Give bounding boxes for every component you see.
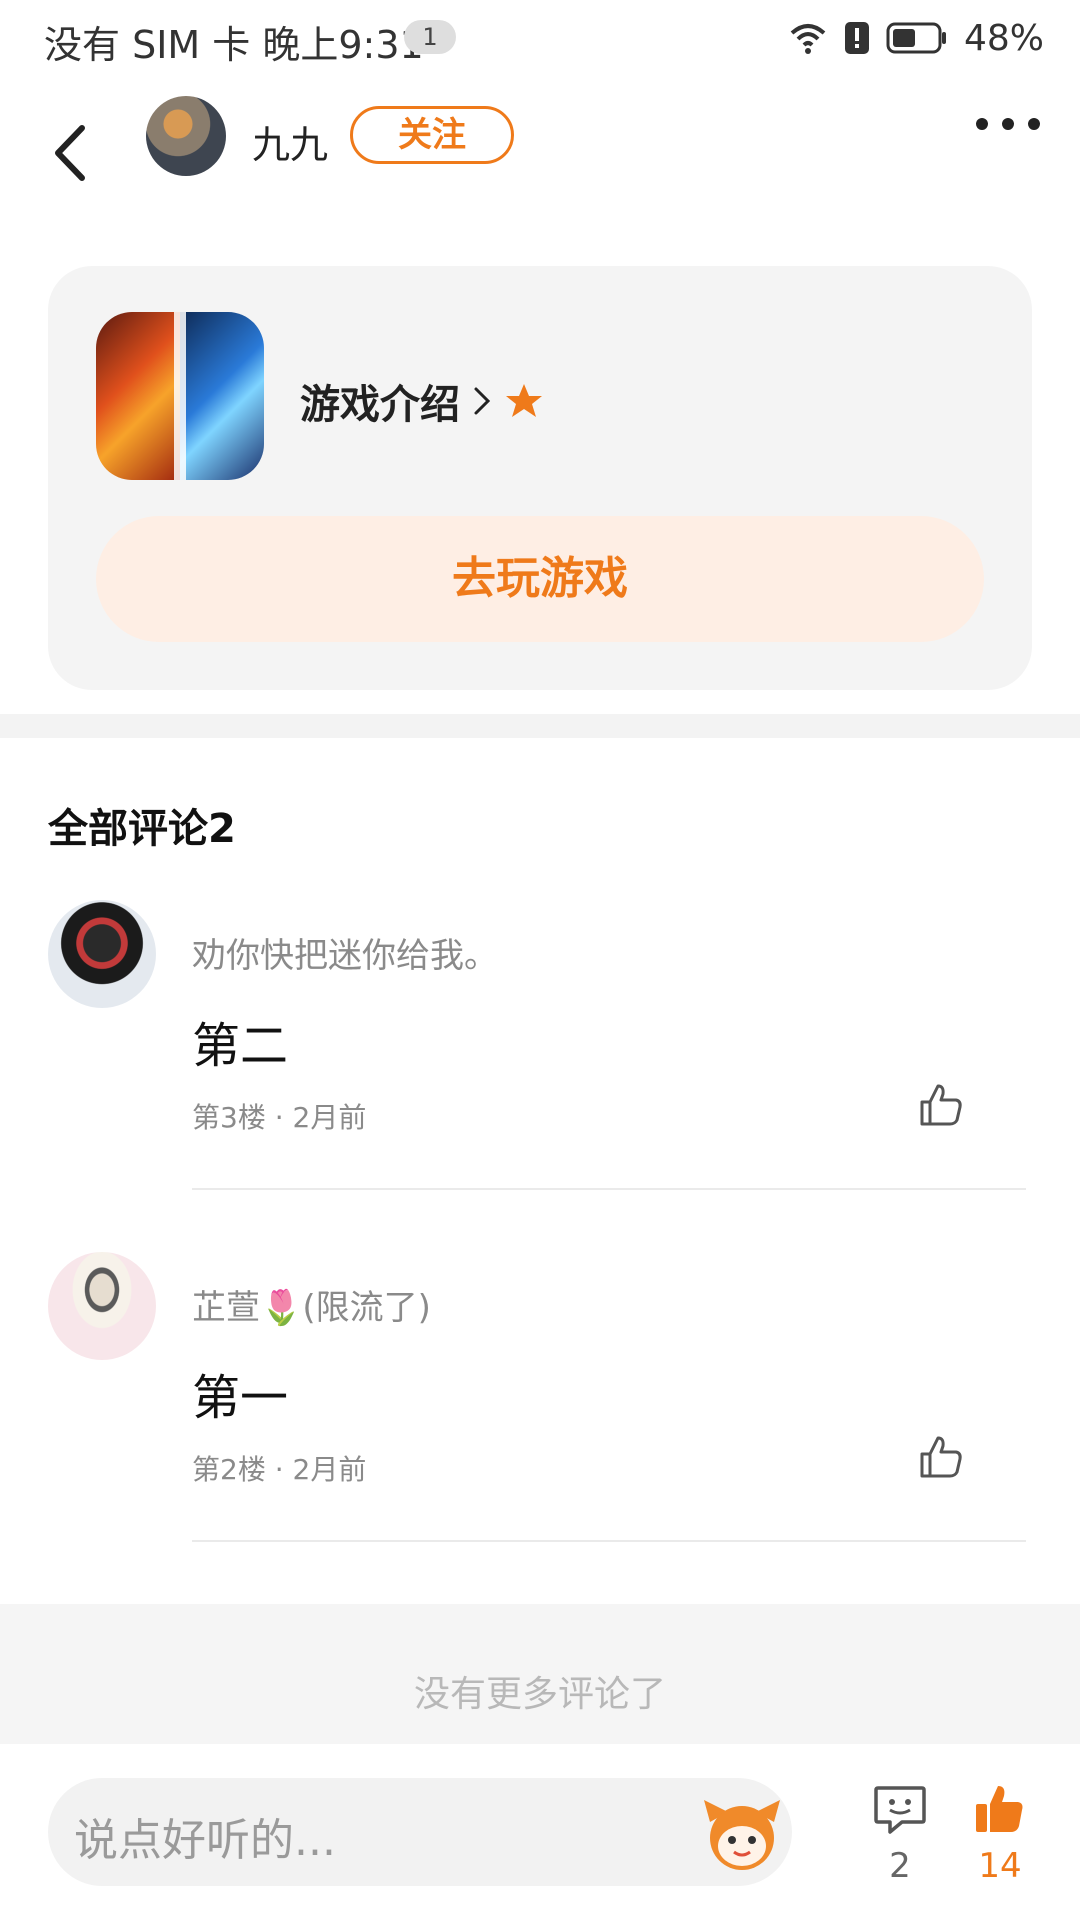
game-icon[interactable] bbox=[96, 312, 264, 480]
wifi-icon bbox=[790, 24, 826, 54]
follow-button[interactable]: 关注 bbox=[350, 106, 514, 164]
carrier-time: 没有 SIM 卡 晚上9:31 bbox=[44, 23, 424, 67]
post-header: 九九 关注 bbox=[0, 96, 1080, 216]
star-icon bbox=[506, 384, 542, 417]
game-card: 游戏介绍 去玩游戏 bbox=[48, 266, 1032, 690]
commenter-avatar[interactable] bbox=[48, 900, 156, 1008]
comments-title: 全部评论2 bbox=[48, 806, 236, 852]
section-divider bbox=[0, 714, 1080, 738]
thumbs-up-icon[interactable] bbox=[916, 1432, 966, 1482]
comment-divider bbox=[192, 1188, 1026, 1190]
comment-meta: 第2楼 · 2月前 bbox=[192, 1453, 367, 1486]
chevron-left-icon[interactable] bbox=[48, 118, 96, 188]
play-game-button[interactable]: 去玩游戏 bbox=[96, 516, 984, 642]
no-more-comments: 没有更多评论了 bbox=[0, 1604, 1080, 1744]
status-bar: 没有 SIM 卡 晚上9:31 1 48% bbox=[0, 0, 1080, 76]
commenter-avatar[interactable] bbox=[48, 1252, 156, 1360]
comment-item: 劝你快把迷你给我。 第二 第3楼 · 2月前 bbox=[0, 900, 1080, 1220]
chevron-right-icon bbox=[474, 387, 491, 415]
battery-percent: 48% bbox=[963, 17, 1044, 59]
thumbs-up-filled-icon bbox=[976, 1786, 1023, 1832]
input-placeholder: 说点好听的... bbox=[74, 1815, 336, 1866]
game-intro-link[interactable]: 游戏介绍 bbox=[300, 372, 544, 430]
like-count: 14 bbox=[978, 1846, 1022, 1886]
comment-meta: 第3楼 · 2月前 bbox=[192, 1101, 367, 1134]
thumbs-up-icon[interactable] bbox=[916, 1080, 966, 1130]
like-action[interactable]: 14 bbox=[972, 1782, 1028, 1886]
commenter-name[interactable]: 劝你快把迷你给我。 bbox=[192, 928, 498, 977]
comment-bubble-icon bbox=[874, 1786, 926, 1834]
bottom-bar: 说点好听的... 2 14 bbox=[0, 1748, 1080, 1920]
commenter-name[interactable]: 芷萱🌷(限流了) bbox=[192, 1280, 431, 1329]
author-avatar[interactable] bbox=[146, 96, 226, 176]
game-intro-label: 游戏介绍 bbox=[300, 382, 460, 428]
comment-item: 芷萱🌷(限流了) 第一 第2楼 · 2月前 bbox=[0, 1252, 1080, 1572]
alert-icon bbox=[844, 22, 869, 54]
comment-text: 第一 bbox=[192, 1370, 289, 1426]
mascot-emoji-icon[interactable] bbox=[700, 1792, 784, 1876]
notification-badge: 1 bbox=[404, 20, 456, 54]
battery-icon bbox=[886, 22, 946, 54]
comment-divider bbox=[192, 1540, 1026, 1542]
comment-input[interactable]: 说点好听的... bbox=[48, 1778, 792, 1886]
author-name[interactable]: 九九 bbox=[252, 114, 328, 169]
comments-action[interactable]: 2 bbox=[872, 1782, 928, 1886]
comment-count: 2 bbox=[889, 1846, 911, 1886]
more-dots-icon[interactable] bbox=[976, 118, 1040, 130]
comment-text: 第二 bbox=[192, 1018, 289, 1074]
status-icons: 48% bbox=[788, 14, 1044, 62]
